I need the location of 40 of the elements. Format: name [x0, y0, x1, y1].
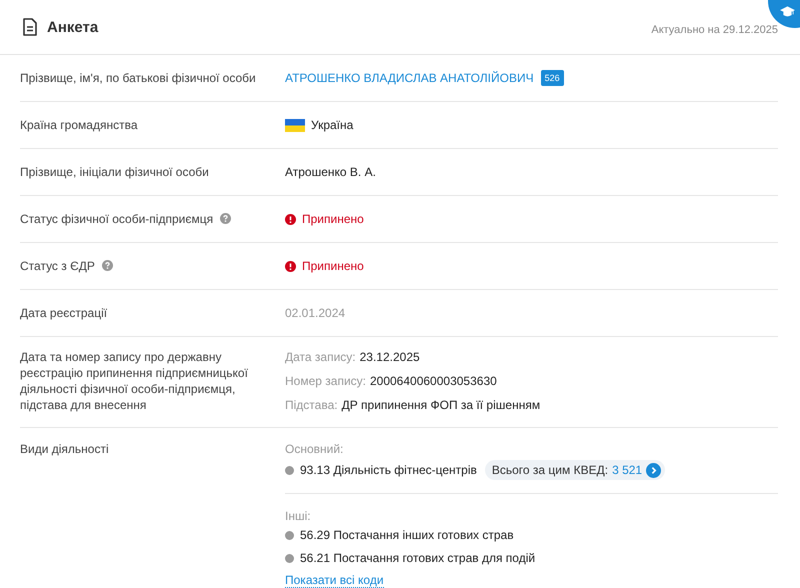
chevron-right-icon — [646, 462, 662, 478]
section-caption: Основний: — [285, 441, 344, 457]
page-title: Анкета — [47, 18, 98, 36]
record-value: 23.12.2025 — [360, 349, 420, 365]
activity-code: 56.29 Постачання інших готових страв — [300, 527, 514, 543]
status-value: Припинено — [302, 211, 364, 227]
activity-code: 93.13 Діяльність фітнес-центрів — [300, 462, 477, 478]
graduation-cap-icon — [780, 4, 795, 19]
actual-date: Актуально на 29.12.2025 — [651, 23, 778, 36]
field-label: Види діяльності — [20, 441, 109, 457]
total-chip[interactable]: Всього за цим КВЕД: 3 521 — [484, 460, 666, 480]
record-value: ДР припинення ФОП за її рішенням — [342, 397, 540, 413]
field-label: Дата реєстрації — [20, 305, 108, 321]
person-name-link[interactable]: АТРОШЕНКО ВЛАДИСЛАВ АНАТОЛІЙОВИЧ — [285, 70, 534, 86]
country-value: Україна — [311, 117, 354, 133]
record-value: 2000640060003053630 — [370, 373, 497, 389]
field-label: Статус з ЄДР — [20, 258, 95, 274]
field-label: Статус фізичної особи-підприємця — [20, 211, 214, 227]
help-icon[interactable] — [220, 213, 232, 224]
record-key: Підстава: — [285, 397, 338, 413]
alert-icon — [285, 260, 296, 272]
total-label: Всього за цим КВЕД: — [492, 462, 608, 478]
field-value: 02.01.2024 — [285, 305, 346, 321]
field-label: Прізвище, ім'я, по батькові фізичної особи — [20, 70, 256, 86]
section-caption: Інші: — [285, 508, 311, 524]
field-label: Країна громадянства — [20, 117, 138, 133]
field-label: Прізвище, ініціали фізичної особи — [20, 164, 209, 180]
total-count: 3 521 — [612, 462, 642, 478]
alert-icon — [285, 214, 296, 224]
document-icon — [23, 18, 37, 36]
field-value: Атрошенко В. А. — [285, 164, 376, 180]
help-icon[interactable] — [102, 260, 113, 271]
record-key: Дата запису: — [285, 349, 356, 365]
show-all-codes-link[interactable]: Показати всі коди — [285, 573, 384, 588]
record-key: Номер запису: — [285, 373, 366, 389]
field-label: Дата та номер запису про державну реєстрацію припинення підприємницької діяльності фізичної особи-підприємця, підстава для внесення — [20, 349, 249, 413]
flag-icon — [285, 118, 305, 132]
count-badge: 526 — [540, 70, 564, 86]
activity-code: 56.21 Постачання готових страв для подій — [300, 550, 536, 566]
status-value: Припинено — [302, 258, 364, 274]
